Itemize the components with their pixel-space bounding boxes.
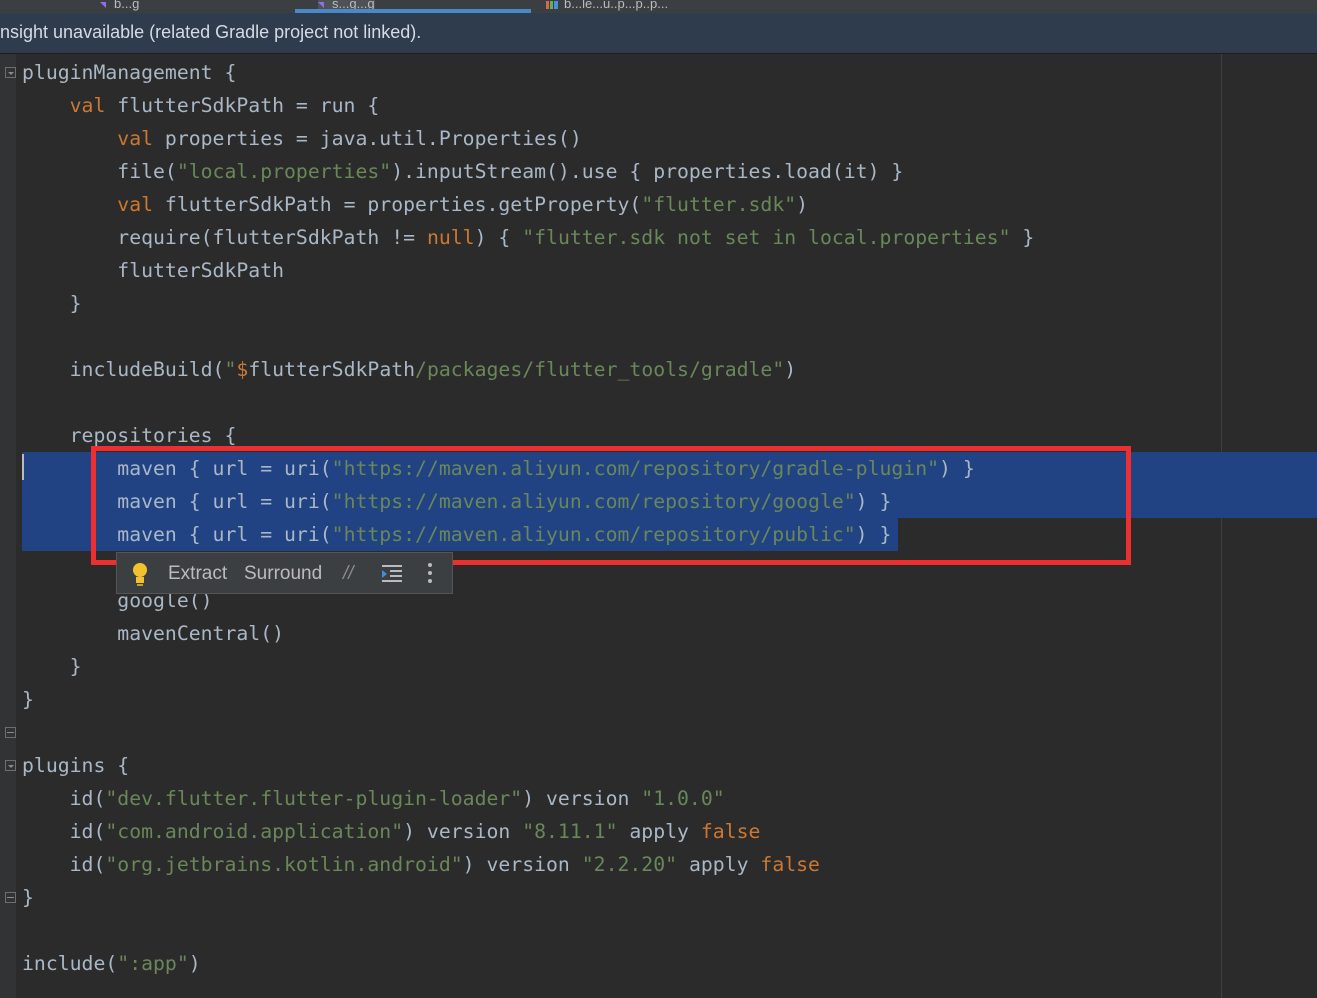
code-line[interactable]: } [0,650,82,683]
extract-button[interactable]: Extract [168,563,227,585]
code-line[interactable]: file("local.properties").inputStream().u… [0,155,903,188]
kotlin-file-icon [318,1,324,8]
kotlin-file-icon [100,1,106,8]
code-line[interactable]: } [0,683,71,716]
more-options-icon[interactable] [428,563,432,585]
surround-button[interactable]: Surround [244,563,322,585]
reformat-code-icon[interactable] [382,565,402,583]
editor-tab[interactable]: b...le...u..p...p..p... [546,0,668,13]
code-line[interactable]: repositories { [0,419,237,452]
tab-label: b...le...u..p...p..p... [564,0,669,11]
tab-label: b...g [114,0,140,11]
ide-window: b...g s...g...g b...le...u..p...p..p... … [0,0,1317,998]
notification-banner: nsight unavailable (related Gradle proje… [0,13,1317,54]
code-line-selected[interactable]: maven { url = uri("https://maven.aliyun.… [0,452,975,485]
code-line[interactable]: } [0,881,71,914]
chart-file-icon [546,0,558,9]
editor-tab-bar: b...g s...g...g b...le...u..p...p..p... [0,0,1317,14]
right-margin-guide [1221,54,1222,998]
code-line[interactable]: id("org.jetbrains.kotlin.android") versi… [0,848,820,881]
code-line[interactable]: flutterSdkPath [0,254,284,287]
code-line[interactable]: val flutterSdkPath = run { [0,89,380,122]
floating-code-toolbar: Extract Surround // [116,552,453,594]
code-line-selected[interactable]: maven { url = uri("https://maven.aliyun.… [0,518,891,551]
banner-text: nsight unavailable (related Gradle proje… [0,22,422,42]
code-line[interactable]: val properties = java.util.Properties() [0,122,581,155]
code-line[interactable]: plugins { [0,749,129,782]
code-line[interactable]: id("com.android.application") version "8… [0,815,761,848]
editor-tab[interactable]: b...g [100,0,139,13]
code-line[interactable]: val flutterSdkPath = properties.getPrope… [0,188,808,221]
comment-icon[interactable]: // [343,563,354,585]
code-line[interactable]: require(flutterSdkPath != null) { "flutt… [0,221,1034,254]
code-line[interactable]: includeBuild("$flutterSdkPath/packages/f… [0,353,797,386]
code-line[interactable]: mavenCentral() [0,617,284,650]
code-line[interactable]: id("dev.flutter.flutter-plugin-loader") … [0,782,725,815]
lightbulb-icon[interactable] [131,563,151,587]
code-line[interactable]: } [0,287,82,320]
code-line[interactable]: include(":app") [0,947,201,980]
code-line[interactable]: google() [0,584,212,617]
code-line-selected[interactable]: maven { url = uri("https://maven.aliyun.… [0,485,891,518]
text-caret [22,454,24,480]
code-line[interactable]: pluginManagement { [0,56,236,89]
code-editor[interactable]: pluginManagement { val flutterSdkPath = … [0,54,1317,998]
